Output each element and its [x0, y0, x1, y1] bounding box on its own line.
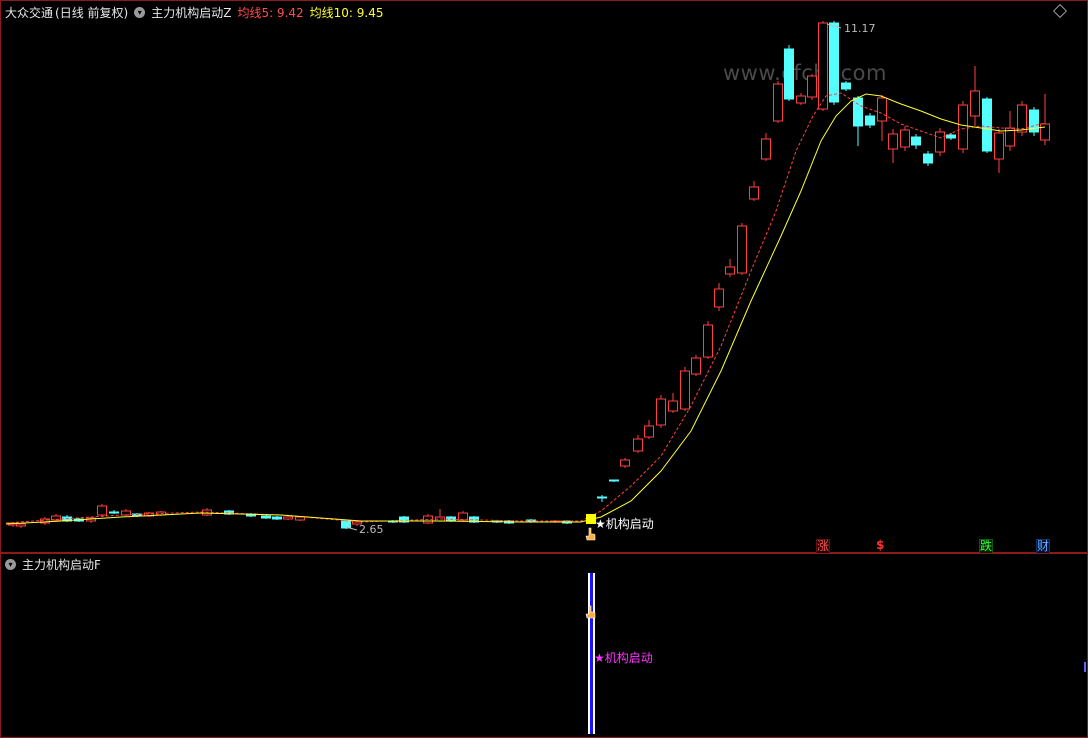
candle-body — [644, 425, 654, 438]
candle-body — [341, 520, 351, 529]
candle-body — [877, 97, 887, 122]
badge-rise[interactable]: 涨 — [816, 539, 831, 554]
candle-body — [853, 97, 863, 127]
hand-cursor-icon — [585, 527, 596, 541]
candle-body — [691, 357, 701, 375]
candle-body — [703, 324, 713, 358]
candle-body — [16, 523, 26, 527]
candle-body — [865, 115, 875, 126]
candle-body — [749, 186, 759, 200]
candle-body — [946, 134, 956, 139]
candle-body — [923, 153, 933, 164]
candle-body — [680, 370, 690, 410]
ma10-line — [5, 93, 1046, 525]
candle-body — [807, 75, 817, 98]
candlestick-chart[interactable]: 11.17 2.65 ★机构启动 — [1, 1, 1087, 552]
high-price-label: 11.17 — [844, 22, 876, 35]
badge-dollar[interactable]: $ — [876, 539, 884, 552]
candle-body — [261, 515, 271, 519]
candle-body — [458, 512, 468, 521]
right-edge-marker — [1084, 662, 1086, 672]
signal-label-main: ★机构启动 — [595, 516, 654, 531]
candle-body — [796, 95, 806, 104]
candle-body — [609, 479, 619, 482]
candle-body — [1040, 123, 1050, 141]
candle-body — [773, 83, 783, 122]
signal-label-sub: ★机构启动 — [594, 650, 653, 665]
candle-body — [911, 136, 921, 146]
candle-body — [784, 48, 794, 100]
badge-fall[interactable]: 跌 — [979, 539, 994, 554]
badge-finance[interactable]: 财 — [1036, 539, 1051, 554]
candle-body — [714, 288, 724, 308]
candle-body — [829, 22, 839, 103]
candle-body — [668, 400, 678, 412]
candle-body — [841, 82, 851, 90]
candle-body — [97, 505, 107, 516]
candle-body — [633, 438, 643, 452]
candle-body — [725, 266, 735, 275]
ma5-line — [5, 92, 1046, 524]
candle-body — [958, 104, 968, 150]
candle-body — [295, 516, 305, 521]
candle-body — [109, 511, 119, 514]
candle-body — [900, 129, 910, 148]
candle-body — [620, 459, 630, 467]
candle-body — [597, 496, 607, 499]
candle-body — [737, 225, 747, 274]
candle-body — [272, 516, 282, 520]
candle-body — [761, 138, 771, 160]
candle-body — [283, 516, 293, 520]
candle-body — [935, 131, 945, 153]
signal-bar-core — [590, 573, 593, 734]
signal-bar-chart: ★机构启动 — [585, 573, 1086, 734]
candle-body — [982, 98, 992, 152]
low-price-label: 2.65 — [359, 523, 384, 536]
main-chart-panel[interactable]: 大众交通 (日线 前复权) ▾ 主力机构启动Z 均线5: 9.42 均线10: … — [0, 0, 1088, 554]
candle-body — [656, 398, 666, 426]
candle-body — [888, 133, 898, 150]
candle-body — [1017, 104, 1027, 133]
candle-body — [970, 90, 980, 117]
sub-indicator-panel[interactable]: ▾ 主力机构启动F ★机构启动 — [0, 553, 1088, 738]
candle-body — [994, 132, 1004, 160]
